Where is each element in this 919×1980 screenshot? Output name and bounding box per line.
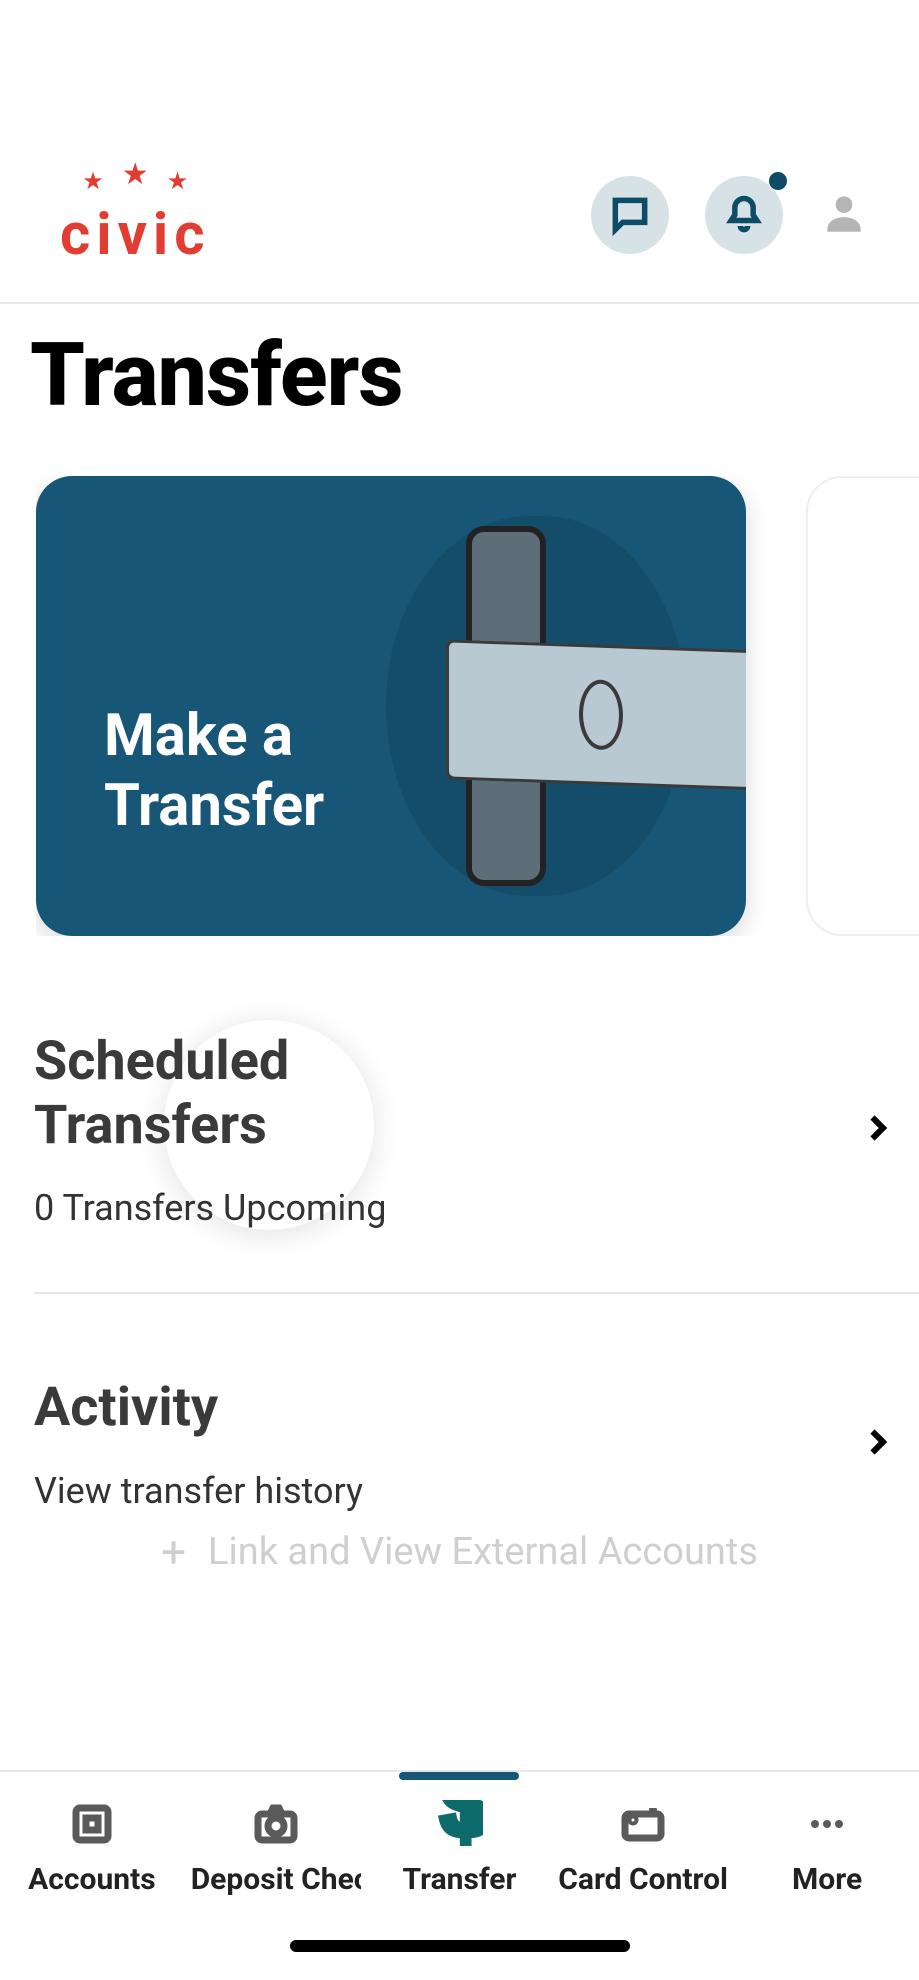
transfer-cards-carousel[interactable]: Make a Transfer Add Account — [36, 476, 919, 936]
scheduled-title-1: Scheduled — [34, 1030, 289, 1093]
accounts-icon — [68, 1800, 116, 1848]
nav-transfer[interactable]: $ Transfer — [368, 1800, 552, 1897]
brand-logo: ★★★ civic — [60, 167, 211, 264]
money-phone-illustration — [306, 516, 746, 896]
make-transfer-label-2: Transfer — [104, 772, 324, 840]
section-divider — [34, 1292, 919, 1294]
link-external-label: Link and View External Accounts — [208, 1530, 758, 1574]
notification-dot-icon — [769, 172, 787, 190]
nav-more[interactable]: More — [735, 1800, 919, 1897]
active-indicator — [399, 1772, 519, 1780]
page-title: Transfers — [30, 324, 403, 427]
profile-button[interactable] — [819, 188, 869, 242]
plus-icon: + — [161, 1526, 186, 1578]
chat-icon — [608, 193, 652, 237]
scheduled-transfers-row[interactable]: Scheduled Transfers 0 Transfers Upcoming — [34, 1030, 895, 1229]
more-icon — [803, 1800, 851, 1848]
activity-subtitle: View transfer history — [34, 1470, 363, 1512]
nav-accounts[interactable]: Accounts — [0, 1800, 184, 1897]
camera-icon — [252, 1800, 300, 1848]
chevron-right-icon — [859, 1110, 895, 1150]
home-indicator[interactable] — [290, 1940, 630, 1952]
brand-name: civic — [60, 206, 211, 264]
chevron-right-icon — [859, 1424, 895, 1464]
card-controls-icon — [619, 1800, 667, 1848]
messages-button[interactable] — [591, 176, 669, 254]
person-icon — [819, 188, 869, 238]
activity-title: Activity — [34, 1376, 363, 1440]
activity-row[interactable]: Activity View transfer history — [34, 1376, 895, 1512]
notifications-button[interactable] — [705, 176, 783, 254]
header-divider — [0, 302, 919, 304]
make-transfer-label-1: Make a — [104, 702, 293, 770]
transfer-icon: $ — [435, 1800, 483, 1848]
bell-icon — [722, 193, 766, 237]
add-account-card[interactable]: Add Account — [806, 476, 919, 936]
nav-card-controls[interactable]: Card Controls — [551, 1800, 735, 1897]
make-transfer-card[interactable]: Make a Transfer — [36, 476, 746, 936]
nav-deposit-check[interactable]: Deposit Check — [184, 1800, 368, 1897]
link-external-accounts-ghost: + Link and View External Accounts — [0, 1526, 919, 1578]
scheduled-title-2: Transfers — [34, 1094, 267, 1157]
scheduled-subtitle: 0 Transfers Upcoming — [34, 1187, 386, 1229]
app-header: ★★★ civic — [0, 125, 919, 305]
